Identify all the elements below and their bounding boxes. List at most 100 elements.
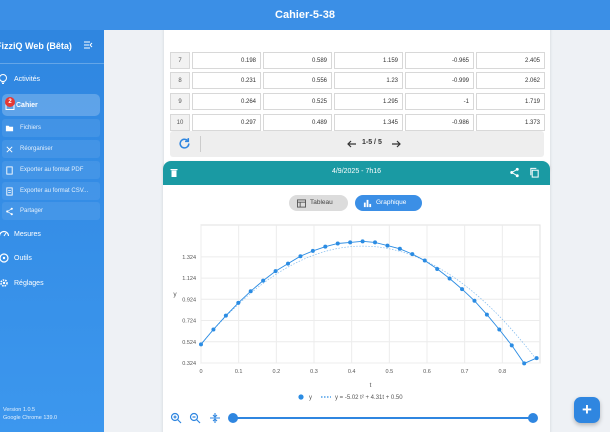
x-tick-label: 0.4 [348, 369, 356, 375]
y-tick-label: 1.324 [182, 255, 196, 261]
table-cell[interactable]: 0.297 [192, 114, 261, 131]
data-point[interactable] [397, 246, 402, 251]
data-point[interactable] [273, 269, 278, 274]
x-tick-label: 0.1 [235, 369, 243, 375]
table-cell[interactable]: 0.556 [263, 72, 332, 89]
data-point[interactable] [460, 287, 465, 292]
sidebar-item-label: Cahier [16, 101, 38, 109]
gauge-icon [0, 230, 10, 237]
data-point[interactable] [522, 361, 527, 366]
table-cell[interactable]: 2.405 [476, 52, 545, 69]
sidebar-sub-reorganiser[interactable]: Réorganiser [2, 140, 100, 158]
table-cell[interactable]: 1.719 [476, 93, 545, 110]
sidebar: FizziQ Web (Bêta) Activités 2 Cahier Fic… [0, 30, 104, 432]
data-point[interactable] [211, 327, 216, 332]
table-cell[interactable]: -0.999 [405, 72, 474, 89]
version-info: Version 1.0.5 Google Chrome 139.0 [3, 406, 57, 422]
data-point[interactable] [509, 343, 514, 348]
data-point[interactable] [472, 298, 477, 303]
data-point[interactable] [422, 258, 427, 263]
data-point[interactable] [310, 248, 315, 253]
sidebar-item-reglages[interactable]: Réglages [0, 272, 104, 294]
table-row: 7 0.198 0.589 1.159 -0.965 2.405 [170, 52, 547, 71]
table-cell[interactable]: -0.986 [405, 114, 474, 131]
table-cell[interactable]: 2.062 [476, 72, 545, 89]
x-tick-label: 0.3 [310, 369, 318, 375]
data-point[interactable] [248, 289, 253, 294]
sidebar-sub-export-csv[interactable]: Exporter au format CSV... [2, 182, 100, 200]
data-point[interactable] [534, 356, 539, 361]
app-name: FizziQ Web (Bêta) [0, 41, 72, 51]
table-row: 9 0.264 0.525 1.295 -1 1.719 [170, 93, 547, 112]
data-point[interactable] [373, 240, 378, 245]
y-tick-label: 0.324 [182, 361, 196, 367]
table-cell[interactable]: 1.23 [334, 72, 403, 89]
data-point[interactable] [323, 244, 328, 249]
refresh-icon[interactable] [178, 137, 191, 150]
table-cell[interactable]: 1.345 [334, 114, 403, 131]
sidebar-item-cahier[interactable]: 2 Cahier [2, 94, 100, 116]
folder-icon [5, 125, 14, 131]
table-cell[interactable]: 0.198 [192, 52, 261, 69]
data-point[interactable] [236, 300, 241, 305]
tab-graphique[interactable]: Graphique [355, 195, 422, 211]
range-slider[interactable] [227, 410, 545, 426]
tab-tableau[interactable]: Tableau [289, 195, 348, 211]
share-icon[interactable] [509, 167, 520, 178]
main-content: 7 0.198 0.589 1.159 -0.965 2.405 8 0.231… [104, 30, 610, 432]
sidebar-item-activites[interactable]: Activités [0, 68, 104, 90]
data-point[interactable] [335, 241, 340, 246]
sidebar-sub-export-pdf[interactable]: Exporter au format PDF [2, 161, 100, 179]
range-slider-handle-start[interactable] [228, 413, 238, 423]
range-slider-handle-end[interactable] [528, 413, 538, 423]
sidebar-item-outils[interactable]: Outils [0, 247, 104, 269]
add-entry-button[interactable]: + [574, 397, 600, 423]
arrow-left-icon[interactable] [346, 138, 358, 150]
data-point[interactable] [360, 239, 365, 244]
data-point[interactable] [410, 252, 415, 257]
table-cell[interactable]: 0.525 [263, 93, 332, 110]
chart-plot[interactable]: 0.324 0.524 0.724 0.924 1.124 1.324 0 0.1 0.2 0.3… [163, 221, 550, 407]
table-cell[interactable]: -1 [405, 93, 474, 110]
sidebar-item-mesures[interactable]: Mesures [0, 223, 104, 245]
tab-label: Graphique [376, 199, 407, 206]
data-point[interactable] [348, 240, 353, 245]
data-point[interactable] [261, 278, 266, 283]
table-cell[interactable]: 1.295 [334, 93, 403, 110]
zoom-out-icon[interactable] [189, 412, 201, 424]
menu-collapse-icon[interactable] [82, 39, 94, 51]
table-cell[interactable]: 0.264 [192, 93, 261, 110]
zoom-in-icon[interactable] [170, 412, 182, 424]
chart-card: 4/9/2025 - 7h16 Tableau Graphique 0.324 0… [163, 161, 550, 432]
data-point[interactable] [298, 254, 303, 259]
data-point[interactable] [447, 276, 452, 281]
data-point[interactable] [435, 266, 440, 271]
sidebar-item-label: Activités [14, 75, 41, 83]
table-cell[interactable]: 0.489 [263, 114, 332, 131]
table-cell[interactable]: 0.589 [263, 52, 332, 69]
window-title: Cahier-5-38 [275, 9, 335, 21]
legend-marker-y [298, 394, 304, 400]
sidebar-sub-fichiers[interactable]: Fichiers [2, 119, 100, 137]
data-point[interactable] [484, 312, 489, 317]
table-cell[interactable]: -0.965 [405, 52, 474, 69]
sidebar-sub-label: Réorganiser [20, 146, 53, 152]
data-point[interactable] [385, 243, 390, 248]
y-tick-label: 0.524 [182, 340, 196, 346]
data-point[interactable] [286, 261, 291, 266]
copy-icon[interactable] [529, 167, 540, 178]
data-point[interactable] [199, 342, 203, 347]
fit-vertical-icon[interactable] [209, 412, 221, 424]
legend-label: y [309, 395, 312, 401]
arrow-right-icon[interactable] [390, 138, 402, 150]
data-point[interactable] [223, 313, 228, 318]
lightbulb-icon [0, 74, 7, 84]
sidebar-item-label: Réglages [14, 279, 44, 287]
pdf-icon [6, 165, 13, 175]
table-cell[interactable]: 1.373 [476, 114, 545, 131]
table-cell[interactable]: 0.231 [192, 72, 261, 89]
sidebar-sub-partager[interactable]: Partager [2, 202, 100, 220]
table-cell[interactable]: 1.159 [334, 52, 403, 69]
pager-divider [200, 136, 201, 152]
data-point[interactable] [497, 327, 502, 332]
